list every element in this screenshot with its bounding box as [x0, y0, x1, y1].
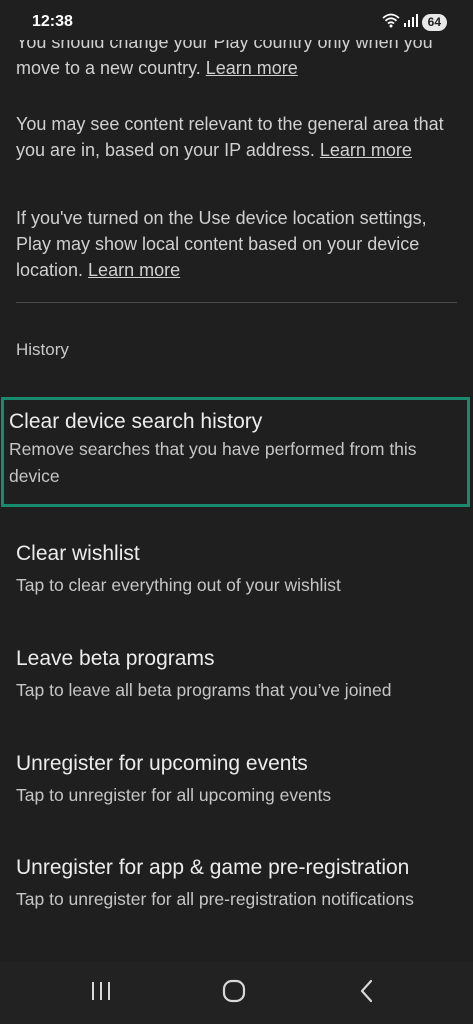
status-bar: 12:38 64	[0, 0, 473, 40]
setting-subtitle: Tap to leave all beta programs that you’…	[16, 680, 392, 700]
home-icon	[221, 978, 247, 1009]
learn-more-link-2[interactable]: Learn more	[320, 140, 412, 160]
unregister-preregistration-item[interactable]: Unregister for app & game pre-registrati…	[0, 854, 473, 913]
recents-icon	[89, 980, 113, 1007]
ip-address-note: You may see content relevant to the gene…	[16, 111, 456, 163]
history-section-header: History	[16, 340, 69, 359]
clear-search-history-item[interactable]: Clear device search history Remove searc…	[1, 397, 470, 507]
status-time: 12:38	[32, 13, 73, 30]
section-divider	[16, 302, 457, 303]
learn-more-link-1[interactable]: Learn more	[206, 58, 298, 78]
device-location-text: If you've turned on the Use device locat…	[16, 208, 427, 280]
signal-icon	[403, 13, 418, 32]
setting-title: Clear wishlist	[16, 542, 140, 565]
device-location-note: If you've turned on the Use device locat…	[16, 205, 456, 283]
leave-beta-programs-item[interactable]: Leave beta programs Tap to leave all bet…	[0, 645, 473, 704]
back-icon	[356, 979, 378, 1008]
back-button[interactable]	[352, 979, 382, 1008]
status-icons: 64	[382, 13, 447, 31]
learn-more-link-3[interactable]: Learn more	[88, 260, 180, 280]
setting-subtitle: Tap to clear everything out of your wish…	[16, 575, 341, 595]
setting-title: Leave beta programs	[16, 647, 215, 670]
unregister-events-item[interactable]: Unregister for upcoming events Tap to un…	[0, 750, 473, 809]
home-button[interactable]	[219, 978, 249, 1009]
setting-title: Unregister for app & game pre-registrati…	[16, 856, 410, 879]
setting-subtitle: Remove searches that you have performed …	[9, 439, 417, 486]
setting-subtitle: Tap to unregister for all upcoming event…	[16, 785, 332, 805]
setting-subtitle: Tap to unregister for all pre-registrati…	[16, 889, 414, 909]
wifi-icon	[382, 12, 400, 33]
navigation-bar	[0, 962, 473, 1024]
setting-title: Unregister for upcoming events	[16, 752, 308, 775]
recents-button[interactable]	[86, 980, 116, 1006]
setting-title: Clear device search history	[9, 410, 263, 433]
clear-wishlist-item[interactable]: Clear wishlist Tap to clear everything o…	[0, 540, 473, 599]
battery-indicator: 64	[421, 13, 447, 31]
settings-content: You should change your Play country only…	[0, 0, 473, 962]
